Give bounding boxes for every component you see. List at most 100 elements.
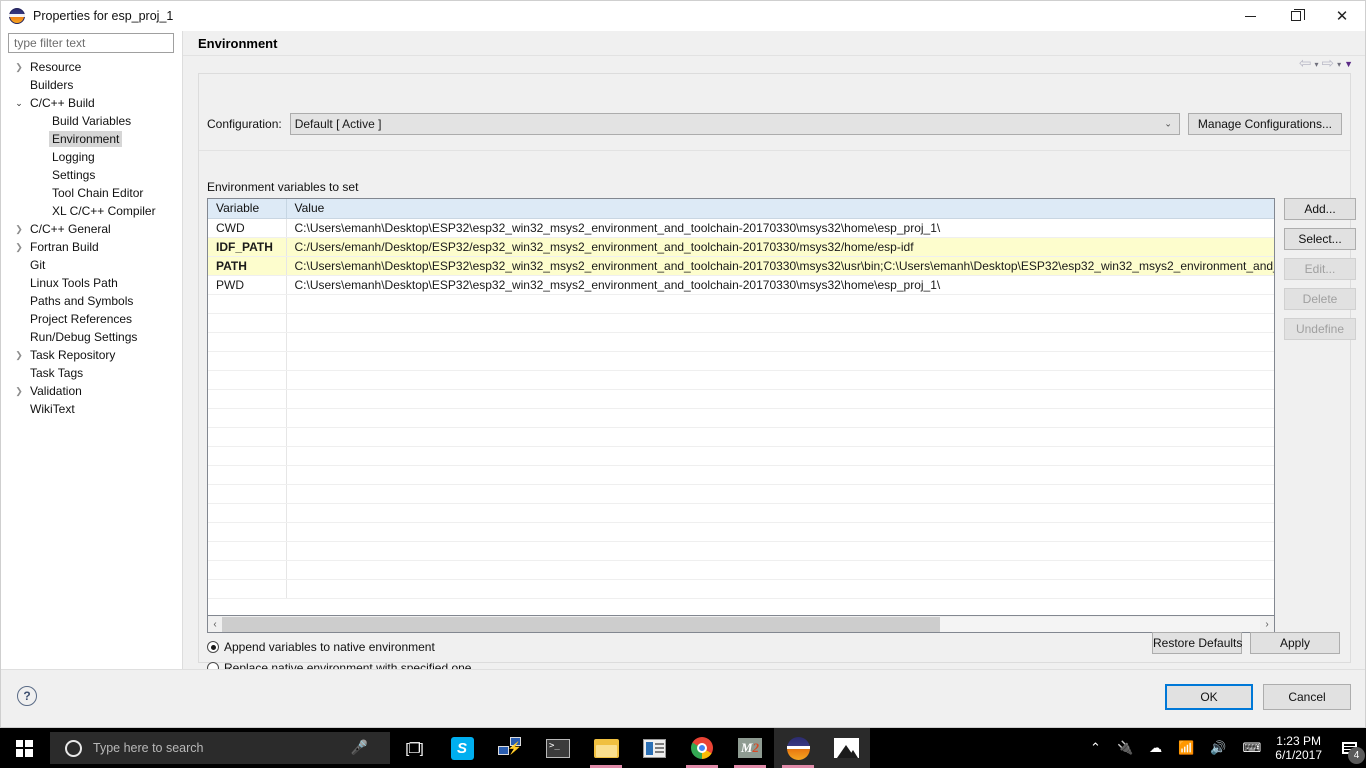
taskbar-app-network-tool[interactable]: ⚡: [486, 728, 534, 768]
env-variables-label: Environment variables to set: [207, 180, 359, 194]
task-view-button[interactable]: [❐]: [390, 728, 438, 768]
column-header-value[interactable]: Value: [286, 199, 1274, 219]
undefine-button: Undefine: [1284, 318, 1356, 340]
column-header-variable[interactable]: Variable: [208, 199, 287, 219]
taskbar-app-mathtype[interactable]: M2: [726, 728, 774, 768]
taskbar-app-file-explorer[interactable]: [582, 728, 630, 768]
notification-count-badge: 4: [1348, 747, 1365, 764]
cell-empty: [286, 560, 1274, 580]
configuration-select[interactable]: Default [ Active ] ⌄: [289, 113, 1180, 135]
sidebar-item-resource[interactable]: ❯ Resource: [1, 58, 182, 76]
sidebar-item-tool-chain-editor[interactable]: Tool Chain Editor: [1, 184, 182, 202]
back-dropdown-icon[interactable]: ▾: [1314, 60, 1318, 69]
table-row[interactable]: PATH C:\Users\emanh\Desktop\ESP32\esp32_w…: [208, 256, 1274, 276]
table-row[interactable]: CWD C:\Users\emanh\Desktop\ESP32\esp32_wi…: [208, 218, 1274, 238]
sidebar-item-validation[interactable]: ❯ Validation: [1, 382, 182, 400]
filter-input[interactable]: [8, 33, 174, 53]
taskbar-app-store[interactable]: [630, 728, 678, 768]
sidebar-item-paths-and-symbols[interactable]: Paths and Symbols: [1, 292, 182, 310]
cancel-button[interactable]: Cancel: [1263, 684, 1351, 710]
scroll-right-icon[interactable]: ›: [1260, 617, 1274, 632]
sidebar-item-label: Fortran Build: [30, 240, 99, 254]
taskbar-clock[interactable]: 1:23 PM 6/1/2017: [1269, 734, 1332, 762]
sidebar-item-fortran-build[interactable]: ❯ Fortran Build: [1, 238, 182, 256]
back-arrow-icon[interactable]: ⇦: [1299, 56, 1312, 71]
select-button[interactable]: Select...: [1284, 228, 1356, 250]
chevron-right-icon[interactable]: ❯: [11, 224, 27, 235]
sidebar-item-label: Settings: [52, 168, 96, 182]
manage-configurations-button[interactable]: Manage Configurations...: [1187, 113, 1342, 135]
cell-empty: [286, 389, 1274, 409]
table-horizontal-scrollbar[interactable]: ‹ ›: [207, 616, 1275, 633]
battery-icon[interactable]: 🔌: [1109, 728, 1141, 768]
sidebar-item-label: Paths and Symbols: [30, 294, 134, 308]
microphone-icon[interactable]: 🎤: [351, 739, 368, 756]
forward-arrow-icon[interactable]: ⇨: [1321, 56, 1334, 71]
action-center-button[interactable]: 4: [1332, 728, 1366, 768]
taskbar-search-box[interactable]: Type here to search 🎤: [50, 732, 390, 764]
taskbar-app-skype[interactable]: S: [438, 728, 486, 768]
radio-append-variables[interactable]: Append variables to native environment: [207, 640, 435, 654]
ok-button[interactable]: OK: [1165, 684, 1253, 710]
table-row-empty: [208, 313, 1274, 333]
sidebar-item-logging[interactable]: Logging: [1, 148, 182, 166]
restore-defaults-button[interactable]: Restore Defaults: [1152, 632, 1242, 654]
chevron-right-icon[interactable]: ❯: [11, 242, 27, 253]
sidebar-item-wikitext[interactable]: WikiText: [1, 400, 182, 418]
volume-icon[interactable]: 🔊: [1202, 728, 1234, 768]
sidebar-item-xl-c-c-compiler[interactable]: XL C/C++ Compiler: [1, 202, 182, 220]
sidebar-item-label: Validation: [30, 384, 82, 398]
chrome-icon: [691, 737, 713, 759]
taskbar-app-eclipse[interactable]: [774, 728, 822, 768]
show-hidden-icons-icon[interactable]: ⌃: [1082, 728, 1109, 768]
sidebar-item-project-references[interactable]: Project References: [1, 310, 182, 328]
taskbar-app-chrome[interactable]: [678, 728, 726, 768]
minimize-button[interactable]: [1227, 1, 1273, 31]
sidebar-item-builders[interactable]: Builders: [1, 76, 182, 94]
taskbar-app-terminal[interactable]: [534, 728, 582, 768]
cell-empty: [208, 332, 287, 352]
sidebar-item-environment[interactable]: Environment: [1, 130, 182, 148]
maximize-button[interactable]: [1273, 1, 1319, 31]
settings-tree: ❯ Resource Builders ⌄ C/C++ Build Build Var…: [1, 58, 182, 669]
sidebar-item-c-c-build[interactable]: ⌄ C/C++ Build: [1, 94, 182, 112]
onedrive-icon[interactable]: ☁: [1141, 728, 1170, 768]
chevron-down-icon[interactable]: ⌄: [11, 98, 27, 109]
sidebar-item-run-debug-settings[interactable]: Run/Debug Settings: [1, 328, 182, 346]
cell-empty: [208, 313, 287, 333]
start-button[interactable]: [0, 728, 48, 768]
env-variables-table-container[interactable]: Variable Value CWD C:\Users\emanh\Desktop…: [207, 198, 1275, 616]
sidebar-item-c-c-general[interactable]: ❯ C/C++ General: [1, 220, 182, 238]
help-icon[interactable]: ?: [17, 686, 37, 706]
sidebar-item-label: Build Variables: [52, 114, 132, 128]
cell-empty: [286, 541, 1274, 561]
table-row[interactable]: PWD C:\Users\emanh\Desktop\ESP32\esp32_wi…: [208, 275, 1274, 295]
cell-value-text: C:\Users\emanh\Desktop\ESP32\esp32_win32…: [294, 220, 941, 235]
close-button[interactable]: ✕: [1319, 1, 1365, 31]
sidebar-item-label: Git: [30, 258, 46, 272]
apply-button[interactable]: Apply: [1250, 632, 1340, 654]
sidebar-item-linux-tools-path[interactable]: Linux Tools Path: [1, 274, 182, 292]
sidebar-item-settings[interactable]: Settings: [1, 166, 182, 184]
taskbar-app-photos[interactable]: [822, 728, 870, 768]
table-row[interactable]: IDF_PATH C:/Users/emanh/Desktop/ESP32/esp…: [208, 237, 1274, 257]
sidebar-item-git[interactable]: Git: [1, 256, 182, 274]
scrollbar-track[interactable]: [222, 616, 1260, 632]
sidebar-item-label: XL C/C++ Compiler: [52, 204, 156, 218]
properties-dialog: Properties for esp_proj_1 ✕ ❯Resource Bu…: [0, 0, 1366, 728]
page-menu-icon[interactable]: ▼: [1344, 59, 1353, 69]
chevron-right-icon[interactable]: ❯: [11, 62, 27, 73]
add-button[interactable]: Add...: [1284, 198, 1356, 220]
scroll-left-icon[interactable]: ‹: [208, 617, 222, 632]
scrollbar-thumb[interactable]: [222, 616, 940, 632]
wifi-icon[interactable]: 📶: [1170, 728, 1202, 768]
sidebar-item-task-tags[interactable]: Task Tags: [1, 364, 182, 382]
forward-dropdown-icon[interactable]: ▾: [1337, 60, 1341, 69]
chevron-right-icon[interactable]: ❯: [11, 386, 27, 397]
chevron-right-icon[interactable]: ❯: [11, 350, 27, 361]
sidebar-item-build-variables[interactable]: Build Variables: [1, 112, 182, 130]
table-row-empty: [208, 389, 1274, 409]
keyboard-icon[interactable]: ⌨: [1235, 728, 1270, 768]
sidebar-item-task-repository[interactable]: ❯ Task Repository: [1, 346, 182, 364]
